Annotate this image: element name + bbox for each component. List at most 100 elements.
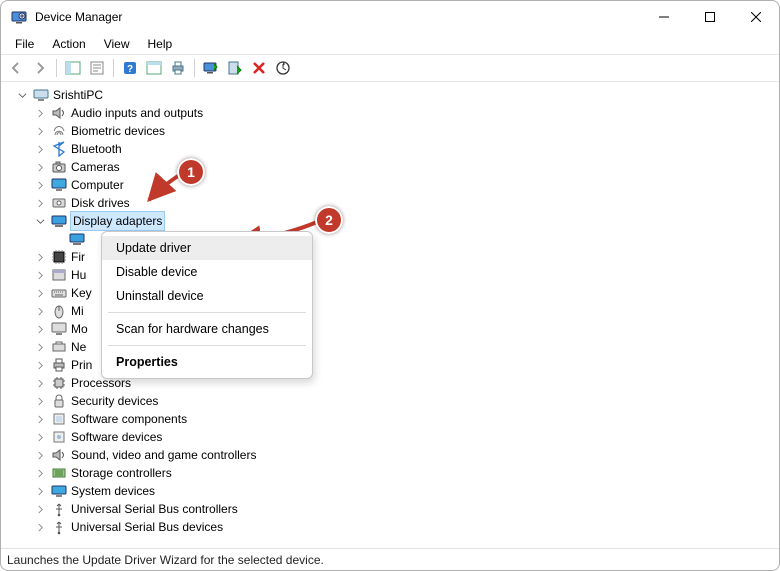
help-button[interactable]: ? bbox=[119, 57, 141, 79]
enable-device-button[interactable] bbox=[224, 57, 246, 79]
chevron-down-icon[interactable] bbox=[15, 91, 29, 100]
category-system-devices[interactable]: System devices bbox=[7, 482, 775, 500]
window-controls bbox=[641, 1, 779, 33]
device-tree[interactable]: SrishtiPC Audio inputs and outputs Biome… bbox=[1, 82, 779, 548]
category-cameras[interactable]: Cameras bbox=[7, 158, 775, 176]
usb-icon bbox=[51, 519, 67, 535]
usb-icon bbox=[51, 501, 67, 517]
context-update-driver[interactable]: Update driver bbox=[102, 236, 312, 260]
category-display-adapters[interactable]: Display adapters bbox=[7, 212, 775, 230]
properties-button[interactable] bbox=[86, 57, 108, 79]
mouse-icon bbox=[51, 303, 67, 319]
chevron-right-icon[interactable] bbox=[33, 433, 47, 442]
category-storage[interactable]: Storage controllers bbox=[7, 464, 775, 482]
chevron-right-icon[interactable] bbox=[33, 487, 47, 496]
category-diskdrives[interactable]: Disk drives bbox=[7, 194, 775, 212]
menu-view[interactable]: View bbox=[96, 35, 138, 53]
system-icon bbox=[51, 483, 67, 499]
chevron-right-icon[interactable] bbox=[33, 343, 47, 352]
monitor-icon bbox=[51, 177, 67, 193]
chevron-right-icon[interactable] bbox=[33, 253, 47, 262]
category-software-components[interactable]: Software components bbox=[7, 410, 775, 428]
chevron-right-icon[interactable] bbox=[33, 181, 47, 190]
component-icon bbox=[51, 411, 67, 427]
computer-icon bbox=[33, 87, 49, 103]
menu-file[interactable]: File bbox=[7, 35, 42, 53]
chevron-right-icon[interactable] bbox=[33, 163, 47, 172]
toolbar: ? bbox=[1, 54, 779, 82]
category-sound[interactable]: Sound, video and game controllers bbox=[7, 446, 775, 464]
chevron-right-icon[interactable] bbox=[33, 451, 47, 460]
context-scan-hardware[interactable]: Scan for hardware changes bbox=[102, 317, 312, 341]
window-title: Device Manager bbox=[35, 10, 641, 24]
show-hide-tree-button[interactable] bbox=[62, 57, 84, 79]
sheet-button[interactable] bbox=[143, 57, 165, 79]
scan-hardware-button[interactable] bbox=[272, 57, 294, 79]
cpu-icon bbox=[51, 375, 67, 391]
category-label: Audio inputs and outputs bbox=[71, 104, 203, 122]
category-label: Universal Serial Bus devices bbox=[71, 518, 223, 536]
chevron-right-icon[interactable] bbox=[33, 523, 47, 532]
tree-root[interactable]: SrishtiPC bbox=[7, 86, 775, 104]
display-adapter-icon bbox=[51, 213, 67, 229]
device-manager-window: Device Manager File Action View Help ? bbox=[0, 0, 780, 571]
category-label: Mi bbox=[71, 302, 84, 320]
close-button[interactable] bbox=[733, 1, 779, 33]
update-driver-toolbar-button[interactable] bbox=[200, 57, 222, 79]
category-biometric[interactable]: Biometric devices bbox=[7, 122, 775, 140]
back-button[interactable] bbox=[5, 57, 27, 79]
category-label: Bluetooth bbox=[71, 140, 122, 158]
context-uninstall-device[interactable]: Uninstall device bbox=[102, 284, 312, 308]
chevron-right-icon[interactable] bbox=[33, 145, 47, 154]
chevron-right-icon[interactable] bbox=[33, 379, 47, 388]
category-label: Mo bbox=[71, 320, 88, 338]
disk-icon bbox=[51, 195, 67, 211]
category-label: Computer bbox=[71, 176, 124, 194]
chevron-right-icon[interactable] bbox=[33, 415, 47, 424]
category-label: Disk drives bbox=[71, 194, 130, 212]
category-usb-controllers[interactable]: Universal Serial Bus controllers bbox=[7, 500, 775, 518]
category-software-devices[interactable]: Software devices bbox=[7, 428, 775, 446]
chevron-right-icon[interactable] bbox=[33, 289, 47, 298]
context-disable-device[interactable]: Disable device bbox=[102, 260, 312, 284]
chevron-down-icon[interactable] bbox=[33, 217, 47, 226]
monitor-icon bbox=[51, 321, 67, 337]
context-menu: Update driver Disable device Uninstall d… bbox=[101, 231, 313, 379]
minimize-button[interactable] bbox=[641, 1, 687, 33]
chevron-right-icon[interactable] bbox=[33, 469, 47, 478]
chevron-right-icon[interactable] bbox=[33, 271, 47, 280]
statusbar: Launches the Update Driver Wizard for th… bbox=[1, 548, 779, 570]
titlebar: Device Manager bbox=[1, 1, 779, 33]
chevron-right-icon[interactable] bbox=[33, 109, 47, 118]
menubar: File Action View Help bbox=[1, 33, 779, 54]
chevron-right-icon[interactable] bbox=[33, 127, 47, 136]
camera-icon bbox=[51, 159, 67, 175]
chevron-right-icon[interactable] bbox=[33, 361, 47, 370]
category-audio[interactable]: Audio inputs and outputs bbox=[7, 104, 775, 122]
category-bluetooth[interactable]: Bluetooth bbox=[7, 140, 775, 158]
uninstall-device-button[interactable] bbox=[248, 57, 270, 79]
chevron-right-icon[interactable] bbox=[33, 397, 47, 406]
context-separator bbox=[108, 312, 306, 313]
chevron-right-icon[interactable] bbox=[33, 307, 47, 316]
category-computer[interactable]: Computer bbox=[7, 176, 775, 194]
chevron-right-icon[interactable] bbox=[33, 505, 47, 514]
category-security[interactable]: Security devices bbox=[7, 392, 775, 410]
chevron-right-icon[interactable] bbox=[33, 199, 47, 208]
print-button[interactable] bbox=[167, 57, 189, 79]
chevron-right-icon[interactable] bbox=[33, 325, 47, 334]
speaker-icon bbox=[51, 105, 67, 121]
menu-help[interactable]: Help bbox=[140, 35, 181, 53]
tree-root-label: SrishtiPC bbox=[53, 86, 103, 104]
category-label: Fir bbox=[71, 248, 85, 266]
printer-icon bbox=[51, 357, 67, 373]
forward-button[interactable] bbox=[29, 57, 51, 79]
menu-action[interactable]: Action bbox=[44, 35, 93, 53]
context-separator bbox=[108, 345, 306, 346]
hid-icon bbox=[51, 267, 67, 283]
software-icon bbox=[51, 429, 67, 445]
context-properties[interactable]: Properties bbox=[102, 350, 312, 374]
category-usb-devices[interactable]: Universal Serial Bus devices bbox=[7, 518, 775, 536]
maximize-button[interactable] bbox=[687, 1, 733, 33]
network-icon bbox=[51, 339, 67, 355]
